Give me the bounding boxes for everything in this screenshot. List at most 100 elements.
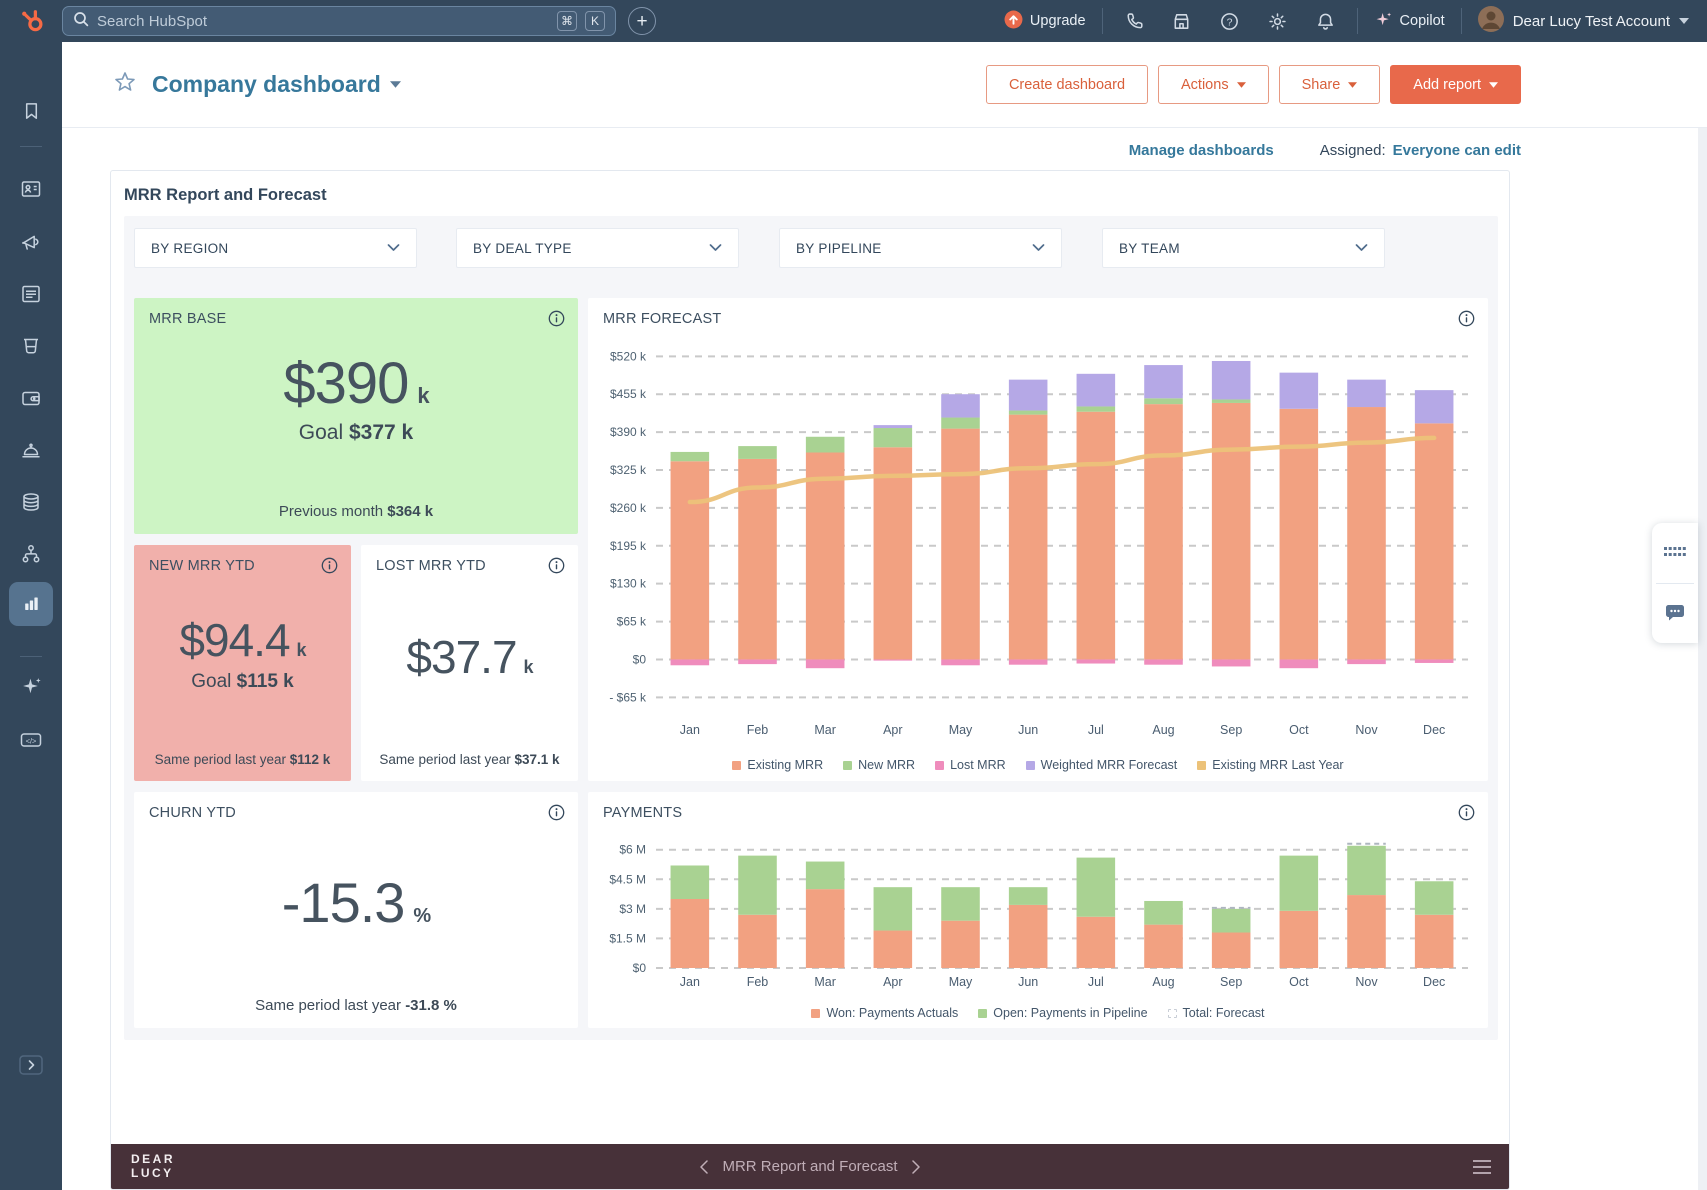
next-report-icon[interactable] <box>911 1159 921 1174</box>
divider <box>1460 8 1462 34</box>
legend-item[interactable]: Open: Payments in Pipeline <box>978 1006 1148 1020</box>
shortcut-cmd-key: ⌘ <box>557 11 577 31</box>
svg-text:$325 k: $325 k <box>610 463 647 477</box>
svg-text:$520 k: $520 k <box>610 349 647 363</box>
svg-text:Mar: Mar <box>814 723 836 737</box>
svg-text:$0: $0 <box>633 652 647 666</box>
svg-text:$6 M: $6 M <box>619 843 646 857</box>
svg-text:May: May <box>949 723 973 737</box>
service-bell-icon[interactable] <box>0 438 62 462</box>
svg-text:Oct: Oct <box>1289 975 1309 989</box>
report-panel: BY REGION BY DEAL TYPE BY PIPELINE BY TE… <box>124 216 1498 1040</box>
crm-contacts-icon[interactable] <box>0 177 62 201</box>
actions-button[interactable]: Actions <box>1158 65 1269 104</box>
upgrade-icon <box>1004 10 1023 33</box>
footer-report-title: MRR Report and Forecast <box>722 1158 898 1175</box>
legend-item[interactable]: Weighted MRR Forecast <box>1025 758 1177 772</box>
assigned-label: Assigned: <box>1319 142 1386 159</box>
info-icon[interactable] <box>548 804 565 826</box>
svg-text:Apr: Apr <box>883 723 902 737</box>
account-menu[interactable]: Dear Lucy Test Account <box>1477 6 1689 36</box>
filter-by-deal-type[interactable]: BY DEAL TYPE <box>456 228 739 268</box>
add-report-button[interactable]: Add report <box>1390 65 1521 104</box>
manage-dashboards-link[interactable]: Manage dashboards <box>1129 142 1274 159</box>
filter-by-team[interactable]: BY TEAM <box>1102 228 1385 268</box>
ai-sparkle-icon[interactable] <box>0 675 62 698</box>
search-icon <box>73 11 89 32</box>
svg-text:$3 M: $3 M <box>619 902 646 916</box>
legend-item[interactable]: Existing MRR <box>732 758 823 772</box>
svg-text:$455 k: $455 k <box>610 387 647 401</box>
legend-item[interactable]: New MRR <box>843 758 915 772</box>
reporting-nav-item-active[interactable] <box>9 582 53 626</box>
chart-title: PAYMENTS <box>603 805 683 821</box>
commerce-wallet-icon[interactable] <box>0 386 62 410</box>
developer-code-icon[interactable]: </> <box>0 728 62 752</box>
svg-text:Jun: Jun <box>1018 975 1038 989</box>
copilot-button[interactable]: Copilot <box>1374 10 1445 33</box>
title-caret-icon[interactable] <box>389 81 401 88</box>
svg-text:$130 k: $130 k <box>610 577 647 591</box>
upgrade-button[interactable]: Upgrade <box>1004 10 1086 33</box>
share-button[interactable]: Share <box>1278 65 1381 104</box>
prev-report-icon[interactable] <box>699 1159 709 1174</box>
svg-text:Mar: Mar <box>814 975 836 989</box>
help-icon[interactable]: ? <box>1219 10 1241 32</box>
sidebar-expand-button[interactable] <box>0 1054 62 1076</box>
divider <box>1101 8 1103 34</box>
notifications-bell-icon[interactable] <box>1315 10 1337 32</box>
kpi-value: $37.7 <box>406 631 517 683</box>
calling-icon[interactable] <box>1123 10 1145 32</box>
footer-menu-icon[interactable] <box>1473 1159 1491 1174</box>
hubspot-logo[interactable] <box>0 6 62 36</box>
svg-text:Nov: Nov <box>1355 975 1378 989</box>
marketplace-icon[interactable] <box>1171 10 1193 32</box>
svg-text:- $65 k: - $65 k <box>609 690 647 704</box>
svg-text:$390 k: $390 k <box>610 425 647 439</box>
svg-text:Jun: Jun <box>1018 723 1038 737</box>
legend-item[interactable]: Lost MRR <box>935 758 1006 772</box>
favorite-star-icon[interactable] <box>113 70 137 99</box>
kpi-churn-ytd: CHURN YTD -15.3% Same period last year -… <box>134 792 578 1028</box>
shortcut-k-key: K <box>585 11 605 31</box>
create-dashboard-button[interactable]: Create dashboard <box>985 65 1149 104</box>
filter-by-region[interactable]: BY REGION <box>134 228 417 268</box>
svg-text:$195 k: $195 k <box>610 539 647 553</box>
search-input[interactable] <box>97 12 549 30</box>
mrr-forecast-legend: Existing MRR New MRR Lost MRR Weighted MRR … <box>588 758 1488 772</box>
bookmarks-icon[interactable] <box>0 100 62 123</box>
info-icon[interactable] <box>548 557 565 579</box>
content-pages-icon[interactable] <box>0 282 62 306</box>
kpi-value: $94.4 <box>179 614 290 666</box>
legend-item[interactable]: Won: Payments Actuals <box>811 1006 958 1020</box>
assigned-value-link[interactable]: Everyone can edit <box>1393 142 1521 159</box>
legend-item[interactable]: Total: Forecast <box>1167 1006 1265 1020</box>
dearlucy-footer-bar: DEAR LUCY MRR Report and Forecast <box>111 1144 1509 1189</box>
avatar <box>1477 6 1504 36</box>
drag-handle-icon[interactable] <box>1652 523 1698 583</box>
marketing-megaphone-icon[interactable] <box>0 230 62 254</box>
info-icon[interactable] <box>548 310 565 332</box>
kpi-mrr-base: MRR BASE $390 k Goal $377 k Previous mont… <box>134 298 578 534</box>
vertical-scrollbar[interactable] <box>1698 128 1707 1190</box>
global-search: ⌘ K <box>62 6 616 36</box>
svg-text:Jan: Jan <box>680 975 700 989</box>
divider <box>1356 8 1358 34</box>
svg-text:Sep: Sep <box>1220 975 1242 989</box>
automations-workflow-icon[interactable] <box>0 542 62 566</box>
legend-item[interactable]: Existing MRR Last Year <box>1197 758 1344 772</box>
quick-add-button[interactable]: + <box>628 7 656 35</box>
bar-chart-icon <box>25 597 38 610</box>
info-icon[interactable] <box>1458 310 1475 332</box>
info-icon[interactable] <box>321 557 338 579</box>
report-title: MRR Report and Forecast <box>124 186 327 204</box>
settings-gear-icon[interactable] <box>1267 10 1289 32</box>
svg-text:</>: </> <box>26 737 37 746</box>
payments-legend: Won: Payments Actuals Open: Payments in P… <box>588 1006 1488 1020</box>
filter-by-pipeline[interactable]: BY PIPELINE <box>779 228 1062 268</box>
dashboard-header: Company dashboard Create dashboard Actio… <box>62 42 1707 128</box>
sales-funnel-icon[interactable] <box>0 334 62 358</box>
comments-chat-icon[interactable] <box>1652 584 1698 644</box>
svg-text:$4.5 M: $4.5 M <box>609 872 646 886</box>
data-database-icon[interactable] <box>0 490 62 514</box>
